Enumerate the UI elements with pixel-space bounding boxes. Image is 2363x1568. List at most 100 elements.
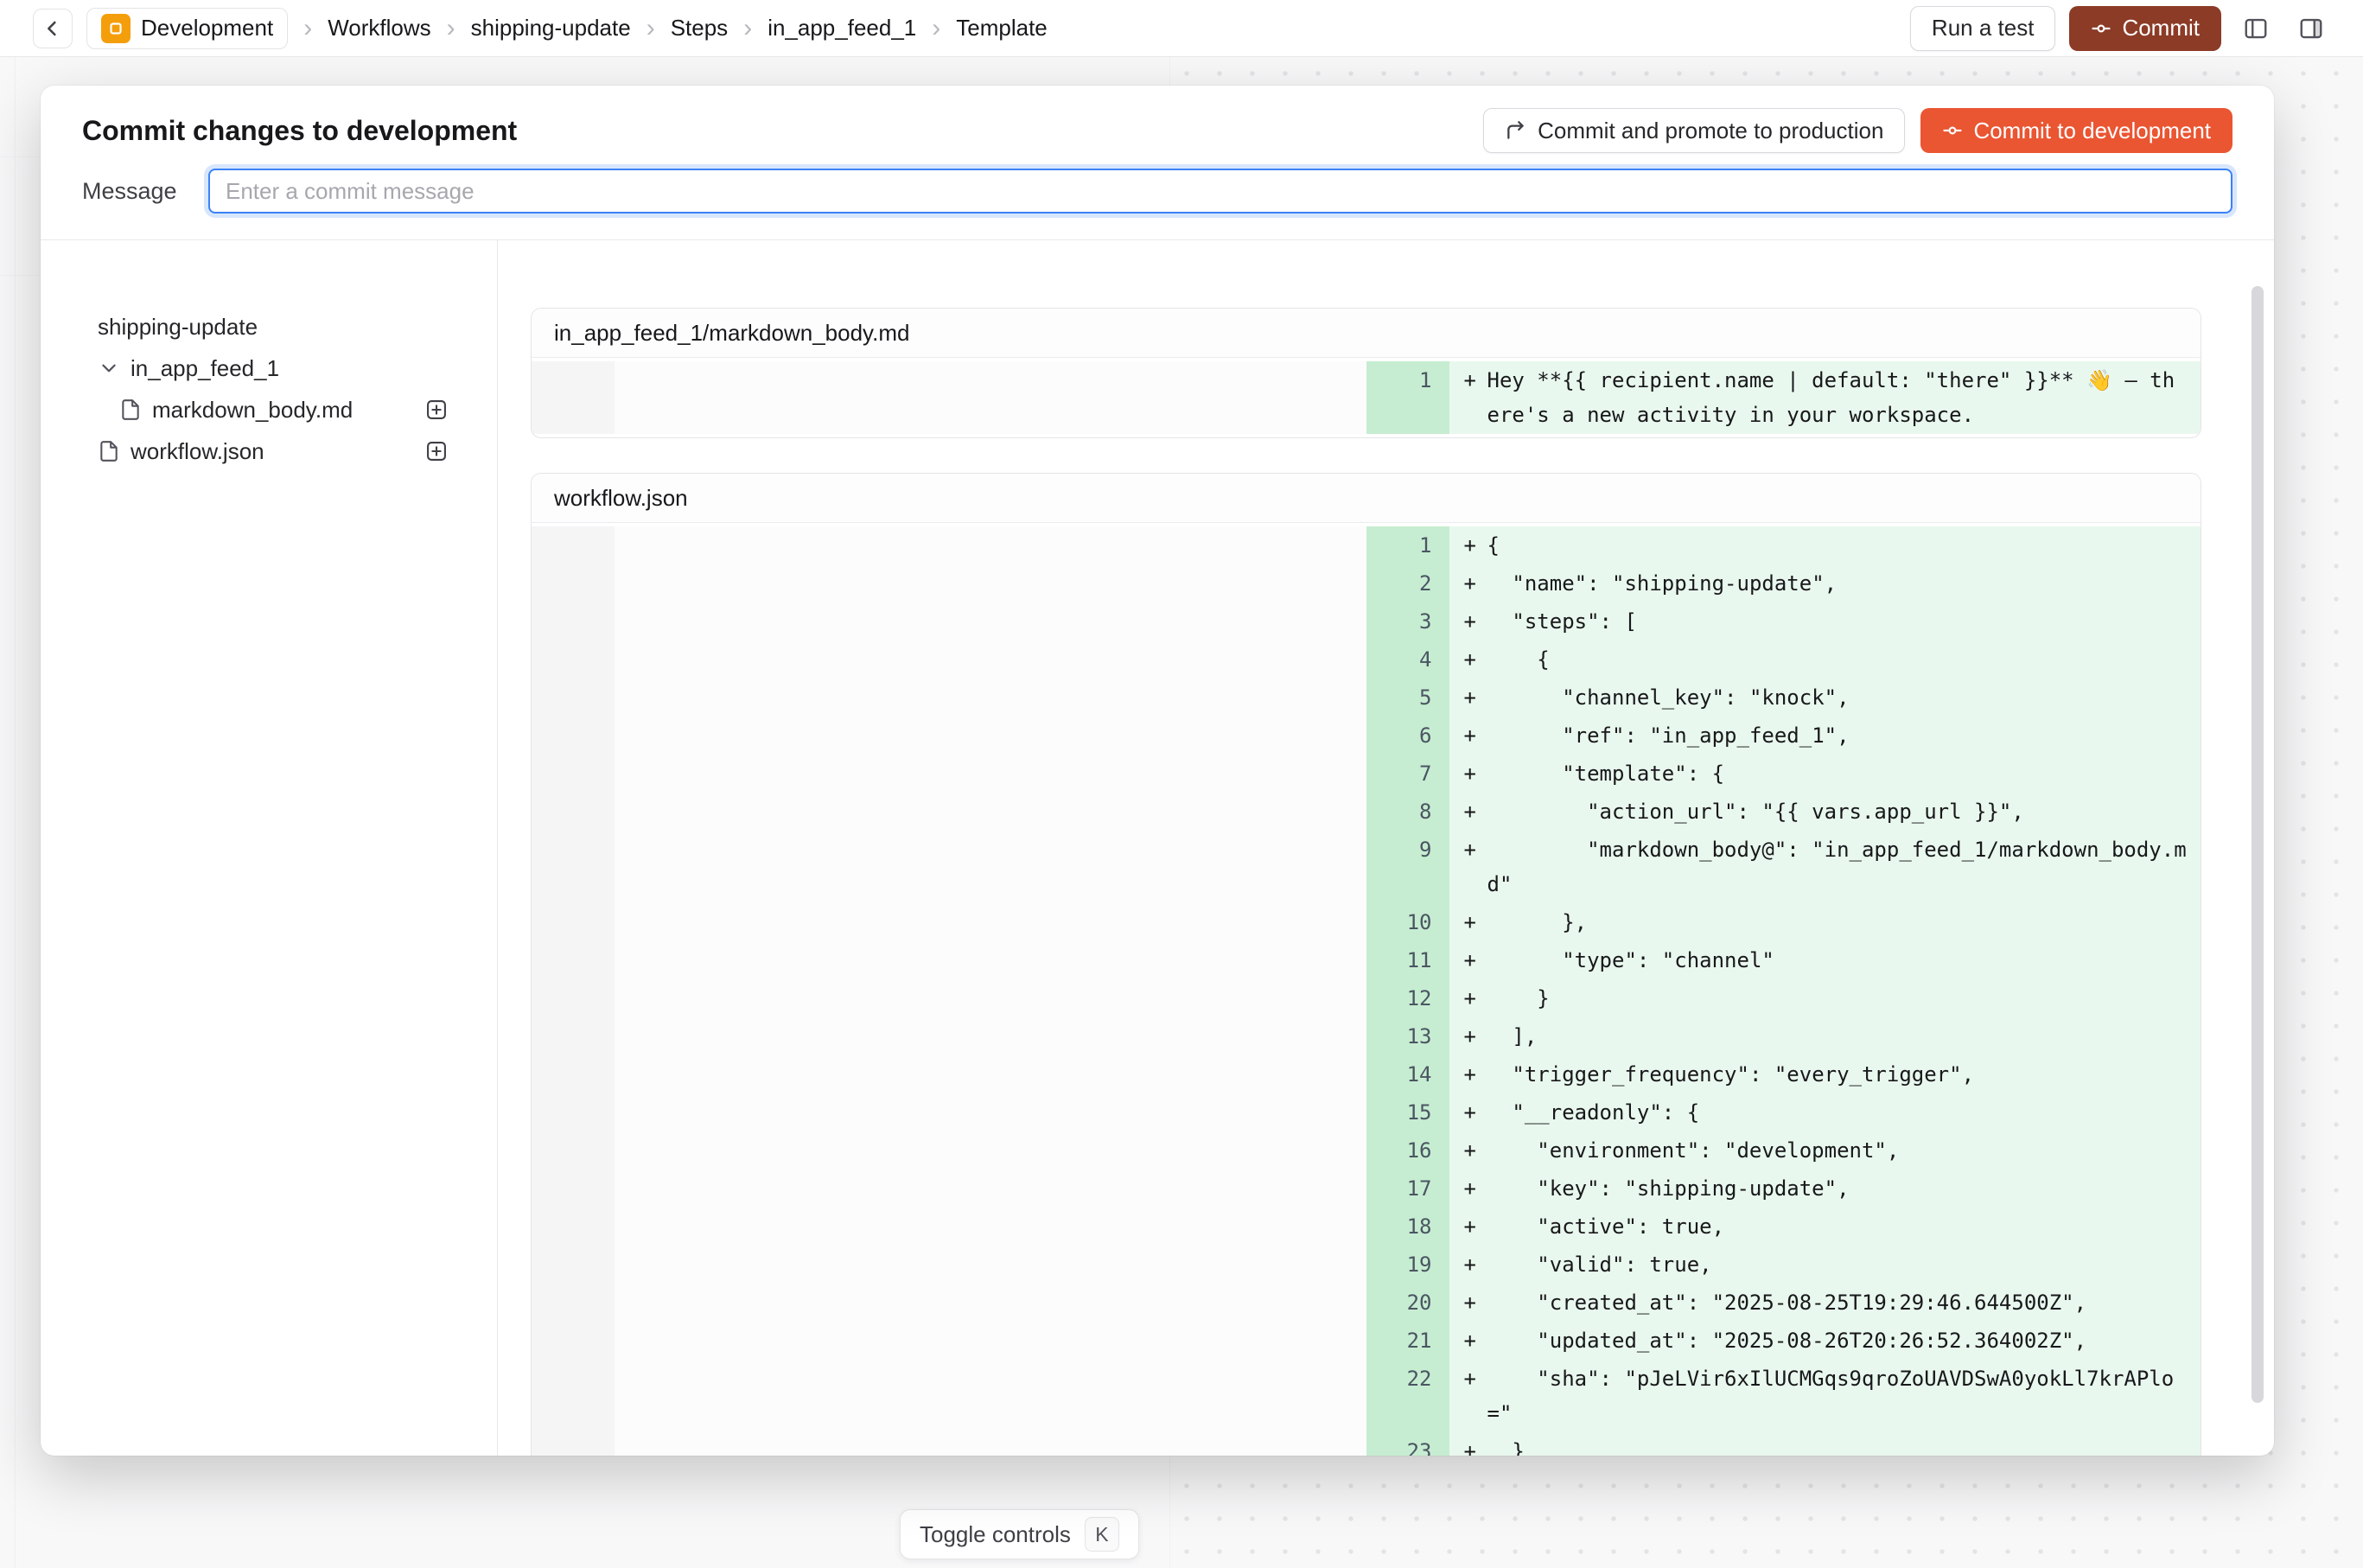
diff-line: 14+ "trigger_frequency": "every_trigger"… [532,1055,2201,1093]
diff-line-text: "channel_key": "knock", [1487,680,2201,715]
tree-item-workflow-file[interactable]: workflow.json [98,430,449,472]
chevron-left-icon [41,16,65,41]
diff-line-text: } [1487,1434,2201,1456]
toggle-right-panel-button[interactable] [2290,8,2332,49]
diff-line: 17+ "key": "shipping-update", [532,1170,2201,1208]
breadcrumb-workflow-key[interactable]: shipping-update [471,15,631,41]
diff-line-number: 18 [1366,1208,1449,1246]
diff-line-text: { [1487,642,2201,677]
git-commit-icon [1942,120,1963,141]
tree-item-workflow-root[interactable]: shipping-update [98,306,449,347]
promote-arrow-icon [1505,119,1527,142]
diff-line-text: { [1487,528,2201,563]
diff-added-sign: + [1449,680,1487,715]
diff-line: 2+ "name": "shipping-update", [532,564,2201,602]
breadcrumb-separator: › [742,16,754,41]
diff-added-sign: + [1449,832,1487,902]
diff-line-number: 11 [1366,941,1449,979]
diff-line: 6+ "ref": "in_app_feed_1", [532,717,2201,755]
git-commit-icon [2091,18,2111,39]
diff-card-workflow-json: workflow.json 1+{2+ "name": "shipping-up… [531,473,2201,1456]
diff-line-text: "template": { [1487,756,2201,791]
diff-line: 19+ "valid": true, [532,1246,2201,1284]
topbar: Development › Workflows › shipping-updat… [0,0,2363,57]
commit-and-promote-button[interactable]: Commit and promote to production [1483,108,1905,153]
diff-line-text: "type": "channel" [1487,943,2201,978]
tree-item-step-folder[interactable]: in_app_feed_1 [98,347,449,389]
diff-added-sign: + [1449,1019,1487,1054]
diff-line: 3+ "steps": [ [532,602,2201,641]
diff-added-sign: + [1449,566,1487,601]
toggle-left-panel-button[interactable] [2235,8,2277,49]
diff-line-number: 2 [1366,564,1449,602]
diff-file-name: in_app_feed_1/markdown_body.md [554,320,909,347]
diff-line-number: 17 [1366,1170,1449,1208]
diff-line-number: 21 [1366,1322,1449,1360]
diff-pane: in_app_feed_1/markdown_body.md 1+Hey **{… [498,240,2274,1456]
environment-selector[interactable]: Development [86,8,288,49]
diff-line: 13+ ], [532,1017,2201,1055]
back-button[interactable] [33,9,73,48]
tree-file-label: workflow.json [131,438,264,465]
file-added-icon [424,398,449,422]
diff-added-sign: + [1449,794,1487,829]
diff-added-sign: + [1449,642,1487,677]
dialog-body: shipping-update in_app_feed_1 markdown_b… [41,239,2274,1456]
toggle-controls-button[interactable]: Toggle controls K [900,1509,1139,1559]
diff-line: 15+ "__readonly": { [532,1093,2201,1131]
diff-added-sign: + [1449,528,1487,563]
diff-line-number: 8 [1366,793,1449,831]
file-added-icon [424,439,449,463]
diff-added-sign: + [1449,604,1487,639]
commit-button[interactable]: Commit [2069,6,2221,51]
diff-added-sign: + [1449,1285,1487,1320]
diff-line: 9+ "markdown_body@": "in_app_feed_1/mark… [532,831,2201,903]
diff-line: 23+ } [532,1432,2201,1456]
diff-file-header[interactable]: in_app_feed_1/markdown_body.md [532,309,2201,358]
diff-line-text: "ref": "in_app_feed_1", [1487,718,2201,753]
topbar-actions: Run a test Commit [1910,6,2332,51]
run-test-button[interactable]: Run a test [1910,6,2056,51]
diff-line-text: "action_url": "{{ vars.app_url }}", [1487,794,2201,829]
diff-added-sign: + [1449,1057,1487,1092]
toggle-controls-label: Toggle controls [920,1521,1071,1548]
diff-added-sign: + [1449,1171,1487,1206]
dialog-header: Commit changes to development Commit and… [41,86,2274,162]
diff-line-number: 13 [1366,1017,1449,1055]
breadcrumb-separator: › [302,16,314,41]
diff-added-sign: + [1449,1361,1487,1431]
diff-line-number: 1 [1366,526,1449,564]
breadcrumb-step-ref[interactable]: in_app_feed_1 [767,15,916,41]
diff-line-number: 6 [1366,717,1449,755]
diff-line-text: } [1487,981,2201,1016]
diff-line-number: 20 [1366,1284,1449,1322]
breadcrumb-workflows[interactable]: Workflows [328,15,430,41]
diff-line-number: 22 [1366,1360,1449,1432]
diff-added-sign: + [1449,1209,1487,1244]
tree-item-markdown-file[interactable]: markdown_body.md [98,389,449,430]
diff-line-number: 16 [1366,1131,1449,1170]
diff-added-sign: + [1449,1095,1487,1130]
breadcrumb-steps[interactable]: Steps [671,15,729,41]
message-label: Message [82,178,208,205]
diff-line-text: "active": true, [1487,1209,2201,1244]
breadcrumb-separator: › [445,16,457,41]
changed-files-tree: shipping-update in_app_feed_1 markdown_b… [41,240,498,1456]
commit-message-input[interactable] [208,169,2232,214]
diff-line-text: ], [1487,1019,2201,1054]
diff-line-text: "environment": "development", [1487,1133,2201,1168]
chevron-down-icon [98,357,120,379]
diff-line-text: "updated_at": "2025-08-26T20:26:52.36400… [1487,1323,2201,1358]
panel-left-icon [2243,16,2269,41]
diff-added-sign: + [1449,1323,1487,1358]
file-icon [119,398,142,421]
commit-to-development-button[interactable]: Commit to development [1920,108,2232,153]
diff-line: 8+ "action_url": "{{ vars.app_url }}", [532,793,2201,831]
diff-line-text: "key": "shipping-update", [1487,1171,2201,1206]
diff-file-header[interactable]: workflow.json [532,474,2201,523]
breadcrumb-environment-label: Development [141,15,273,41]
diff-card-markdown-body: in_app_feed_1/markdown_body.md 1+Hey **{… [531,308,2201,438]
dialog-title: Commit changes to development [82,115,517,147]
modal-scrollbar[interactable] [2252,286,2264,1403]
diff-added-sign: + [1449,905,1487,940]
